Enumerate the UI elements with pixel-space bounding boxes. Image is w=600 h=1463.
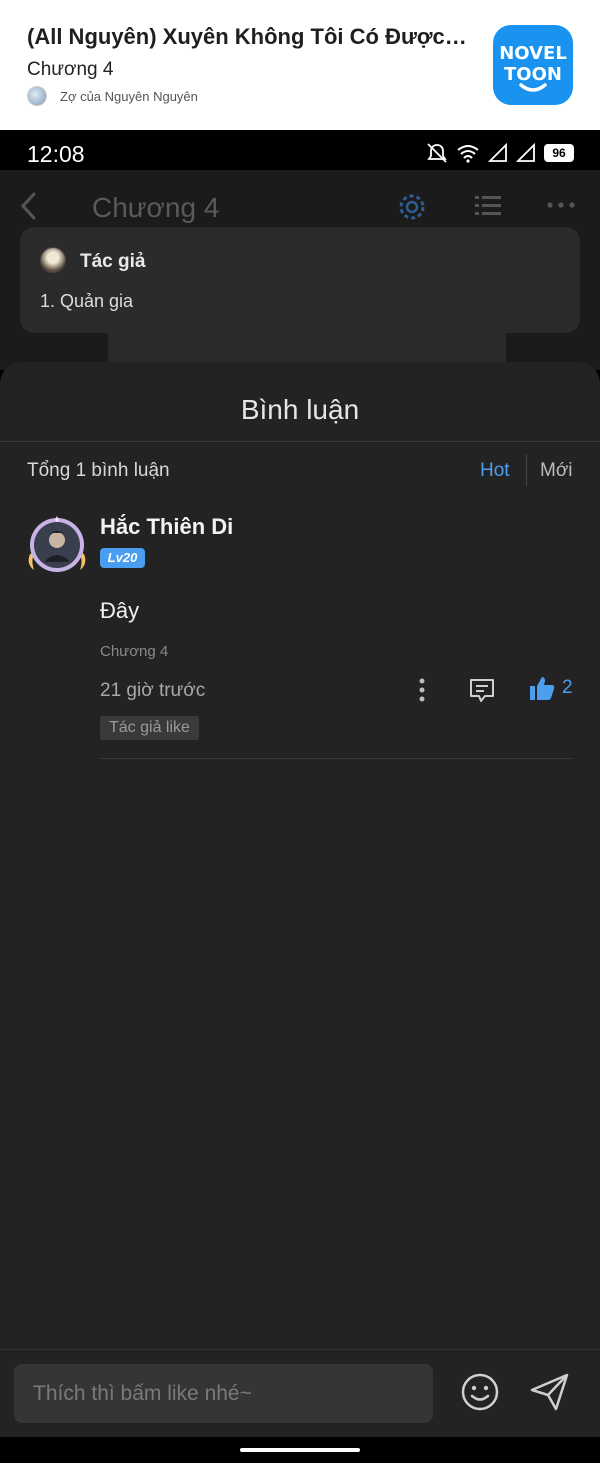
thumbs-up-icon: [530, 677, 555, 700]
mute-bell-icon: [427, 143, 447, 163]
author-label: Tác giả: [80, 251, 146, 272]
gear-icon[interactable]: [397, 192, 427, 222]
chapter-list-icon[interactable]: [473, 192, 503, 220]
send-icon[interactable]: [529, 1372, 571, 1412]
status-icons: 96: [426, 142, 574, 164]
wifi-icon: [457, 145, 479, 163]
signal-icon-1: [488, 143, 507, 162]
signal-icon-2: [516, 143, 535, 162]
logo-line-1: NOVEL: [499, 43, 567, 64]
story-title[interactable]: (All Nguyên) Xuyên Không Tôi Có Được Tất…: [27, 24, 467, 50]
author-name: Zợ của Nguyên Nguyên: [60, 88, 198, 104]
comments-title: Bình luận: [240, 394, 360, 425]
comment-total: Tổng 1 bình luận: [27, 460, 170, 481]
comments-sheet: Bình luận Tổng 1 bình luận Hot Mới Hắc T…: [0, 362, 600, 1437]
web-header: (All Nguyên) Xuyên Không Tôi Có Được Tất…: [0, 0, 600, 130]
comment-more-icon[interactable]: [412, 676, 432, 704]
commenter-name[interactable]: Hắc Thiên Di: [100, 514, 233, 540]
sort-new-tab[interactable]: Mới: [540, 460, 573, 482]
comment-chapter: Chương 4: [100, 643, 169, 660]
smile-mark-icon: [519, 83, 547, 92]
author-info[interactable]: Zợ của Nguyên Nguyên: [27, 86, 198, 106]
reply-icon[interactable]: [468, 676, 496, 704]
comment-input-bar: [0, 1349, 600, 1437]
reader-chapter-title: Chương 4: [92, 192, 220, 223]
logo-line-2: TOON: [504, 64, 562, 85]
status-time: 12:08: [27, 141, 85, 167]
status-bar: 12:08 96: [0, 130, 600, 170]
comment-time: 21 giờ trước: [100, 680, 206, 701]
author-like-tag: Tác giả like: [100, 716, 199, 740]
sort-hot-tab[interactable]: Hot: [480, 460, 510, 482]
author-avatar-small: [27, 86, 47, 106]
more-horizontal-icon[interactable]: [546, 200, 576, 210]
home-indicator[interactable]: [240, 1448, 360, 1452]
author-avatar: [40, 247, 66, 273]
divider: [0, 441, 600, 442]
chapter-label: Chương 4: [27, 59, 114, 80]
level-badge: Lv20: [100, 548, 145, 568]
comment-divider: [100, 758, 573, 759]
author-note-text: 1. Quản gia: [40, 291, 134, 311]
noveltoon-logo[interactable]: NOVEL TOON: [493, 25, 573, 105]
author-note-card: Tác giả 1. Quản gia: [20, 227, 580, 333]
comment-text: Đây: [100, 598, 140, 623]
comment-input[interactable]: [14, 1364, 433, 1423]
like-button[interactable]: 2: [528, 674, 573, 702]
commenter-avatar[interactable]: [24, 514, 90, 576]
back-arrow-icon[interactable]: [16, 190, 42, 222]
sort-separator: [526, 454, 527, 486]
emoji-icon[interactable]: [460, 1372, 500, 1412]
like-count: 2: [562, 677, 573, 698]
navigation-area: [0, 1437, 600, 1463]
battery-icon: 96: [544, 144, 574, 162]
